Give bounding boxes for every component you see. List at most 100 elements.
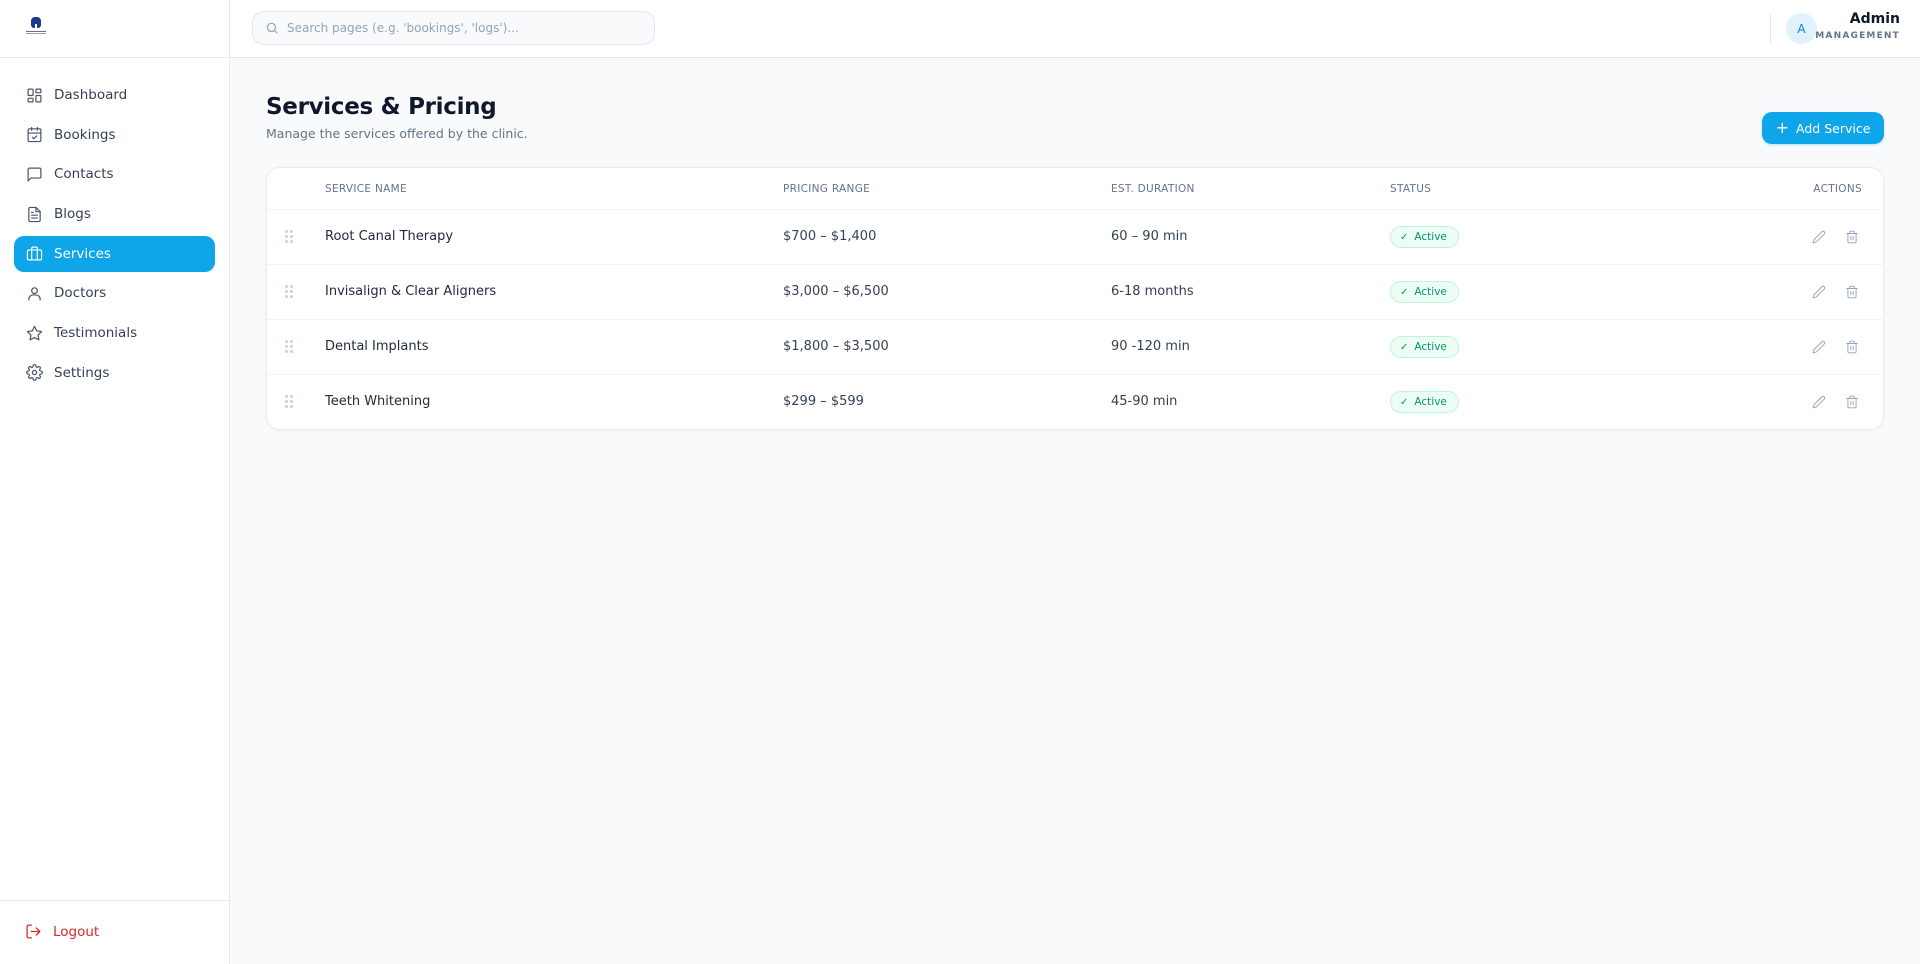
pencil-icon	[1812, 395, 1826, 409]
check-icon: ✓	[1400, 396, 1409, 408]
status-badge: ✓ Active	[1390, 336, 1459, 358]
pricing-range: $700 – $1,400	[783, 229, 877, 244]
logout-area: Logout	[0, 900, 229, 964]
user-icon	[25, 284, 43, 302]
edit-button[interactable]	[1810, 283, 1828, 301]
drag-handle-icon[interactable]	[285, 285, 293, 298]
sidebar-item-bookings[interactable]: Bookings	[14, 117, 215, 153]
service-name: Invisalign & Clear Aligners	[325, 284, 497, 299]
duration: 6-18 months	[1111, 284, 1194, 299]
pencil-icon	[1812, 285, 1826, 299]
column-header-actions: ACTIONS	[1813, 183, 1862, 195]
status-label: Active	[1414, 341, 1447, 353]
logout-icon	[26, 924, 41, 939]
header-divider	[1770, 14, 1771, 44]
check-icon: ✓	[1400, 341, 1409, 353]
status-label: Active	[1414, 231, 1447, 243]
sidebar-item-doctors[interactable]: Doctors	[14, 275, 215, 311]
column-header-duration: EST. DURATION	[1111, 183, 1195, 195]
table-header: SERVICE NAME PRICING RANGE EST. DURATION…	[267, 168, 1883, 210]
table-row: Invisalign & Clear Aligners $3,000 – $6,…	[267, 265, 1883, 320]
add-service-button[interactable]: + Add Service	[1762, 112, 1884, 144]
document-icon	[25, 205, 43, 223]
pricing-range: $3,000 – $6,500	[783, 284, 889, 299]
delete-button[interactable]	[1843, 283, 1861, 301]
logout-button[interactable]: Logout	[25, 923, 99, 940]
drag-handle-icon[interactable]	[285, 230, 293, 243]
sidebar-item-label: Bookings	[54, 126, 116, 143]
duration: 45-90 min	[1111, 394, 1178, 409]
edit-button[interactable]	[1810, 228, 1828, 246]
user-role: MANAGEMENT	[1815, 31, 1900, 41]
dashboard-icon	[25, 86, 43, 104]
plus-icon: +	[1775, 118, 1790, 137]
column-header-service-name: SERVICE NAME	[325, 183, 407, 195]
check-icon: ✓	[1400, 231, 1409, 243]
edit-button[interactable]	[1810, 338, 1828, 356]
sidebar-item-label: Services	[54, 245, 111, 262]
sidebar-item-blogs[interactable]: Blogs	[14, 196, 215, 232]
trash-icon	[1846, 285, 1858, 299]
avatar[interactable]: A	[1786, 13, 1817, 44]
pricing-range: $1,800 – $3,500	[783, 339, 889, 354]
table-row: Dental Implants $1,800 – $3,500 90 -120 …	[267, 320, 1883, 375]
status-badge: ✓ Active	[1390, 226, 1459, 248]
service-name: Teeth Whitening	[325, 394, 431, 409]
search-icon	[266, 22, 278, 34]
delete-button[interactable]	[1843, 393, 1861, 411]
pricing-range: $299 – $599	[783, 394, 864, 409]
sidebar-item-label: Contacts	[54, 166, 114, 183]
column-header-status: STATUS	[1390, 183, 1432, 195]
status-label: Active	[1414, 396, 1447, 408]
check-icon: ✓	[1400, 286, 1409, 298]
add-service-label: Add Service	[1796, 120, 1871, 136]
services-table: SERVICE NAME PRICING RANGE EST. DURATION…	[266, 167, 1884, 430]
table-row: Root Canal Therapy $700 – $1,400 60 – 90…	[267, 210, 1883, 265]
sidebar-item-dashboard[interactable]: Dashboard	[14, 77, 215, 113]
trash-icon	[1846, 340, 1858, 354]
sidebar-item-settings[interactable]: Settings	[14, 355, 215, 391]
page-title: Services & Pricing	[266, 94, 497, 120]
pencil-icon	[1812, 340, 1826, 354]
sidebar-item-testimonials[interactable]: Testimonials	[14, 315, 215, 351]
star-icon	[25, 324, 43, 342]
tooth-icon	[31, 17, 41, 29]
sidebar-item-label: Dashboard	[54, 87, 128, 103]
status-label: Active	[1414, 286, 1447, 298]
message-square-icon	[25, 165, 43, 183]
duration: 60 – 90 min	[1111, 229, 1188, 244]
sidebar-item-label: Doctors	[54, 285, 107, 302]
search-box[interactable]	[252, 11, 655, 45]
service-name: Root Canal Therapy	[325, 229, 454, 244]
trash-icon	[1846, 395, 1858, 409]
pencil-icon	[1812, 230, 1826, 244]
gear-icon	[25, 364, 43, 382]
briefcase-icon	[25, 245, 43, 263]
user-name: Admin	[1849, 11, 1900, 27]
edit-button[interactable]	[1810, 393, 1828, 411]
status-badge: ✓ Active	[1390, 281, 1459, 303]
sidebar-item-contacts[interactable]: Contacts	[14, 156, 215, 192]
table-row: Teeth Whitening $299 – $599 45-90 min ✓ A…	[267, 375, 1883, 429]
sidebar-item-label: Testimonials	[54, 325, 138, 342]
delete-button[interactable]	[1843, 228, 1861, 246]
search-input[interactable]	[287, 21, 627, 35]
sidebar-item-label: Blogs	[54, 206, 91, 223]
sidebar: Dashboard Bookings Contacts Blogs Servic…	[0, 0, 230, 964]
page-subtitle: Manage the services offered by the clini…	[266, 126, 528, 141]
sidebar-item-services[interactable]: Services	[14, 235, 215, 272]
clinic-logo[interactable]	[25, 17, 47, 39]
logo-area	[0, 0, 229, 58]
sidebar-item-label: Settings	[54, 364, 110, 381]
calendar-check-icon	[25, 126, 43, 144]
delete-button[interactable]	[1843, 338, 1861, 356]
top-header: A Admin MANAGEMENT	[230, 0, 1920, 58]
drag-handle-icon[interactable]	[285, 395, 293, 408]
logout-label: Logout	[53, 923, 100, 940]
service-name: Dental Implants	[325, 339, 429, 354]
duration: 90 -120 min	[1111, 339, 1190, 354]
status-badge: ✓ Active	[1390, 391, 1459, 413]
column-header-pricing-range: PRICING RANGE	[783, 183, 871, 195]
trash-icon	[1846, 230, 1858, 244]
drag-handle-icon[interactable]	[285, 340, 293, 353]
